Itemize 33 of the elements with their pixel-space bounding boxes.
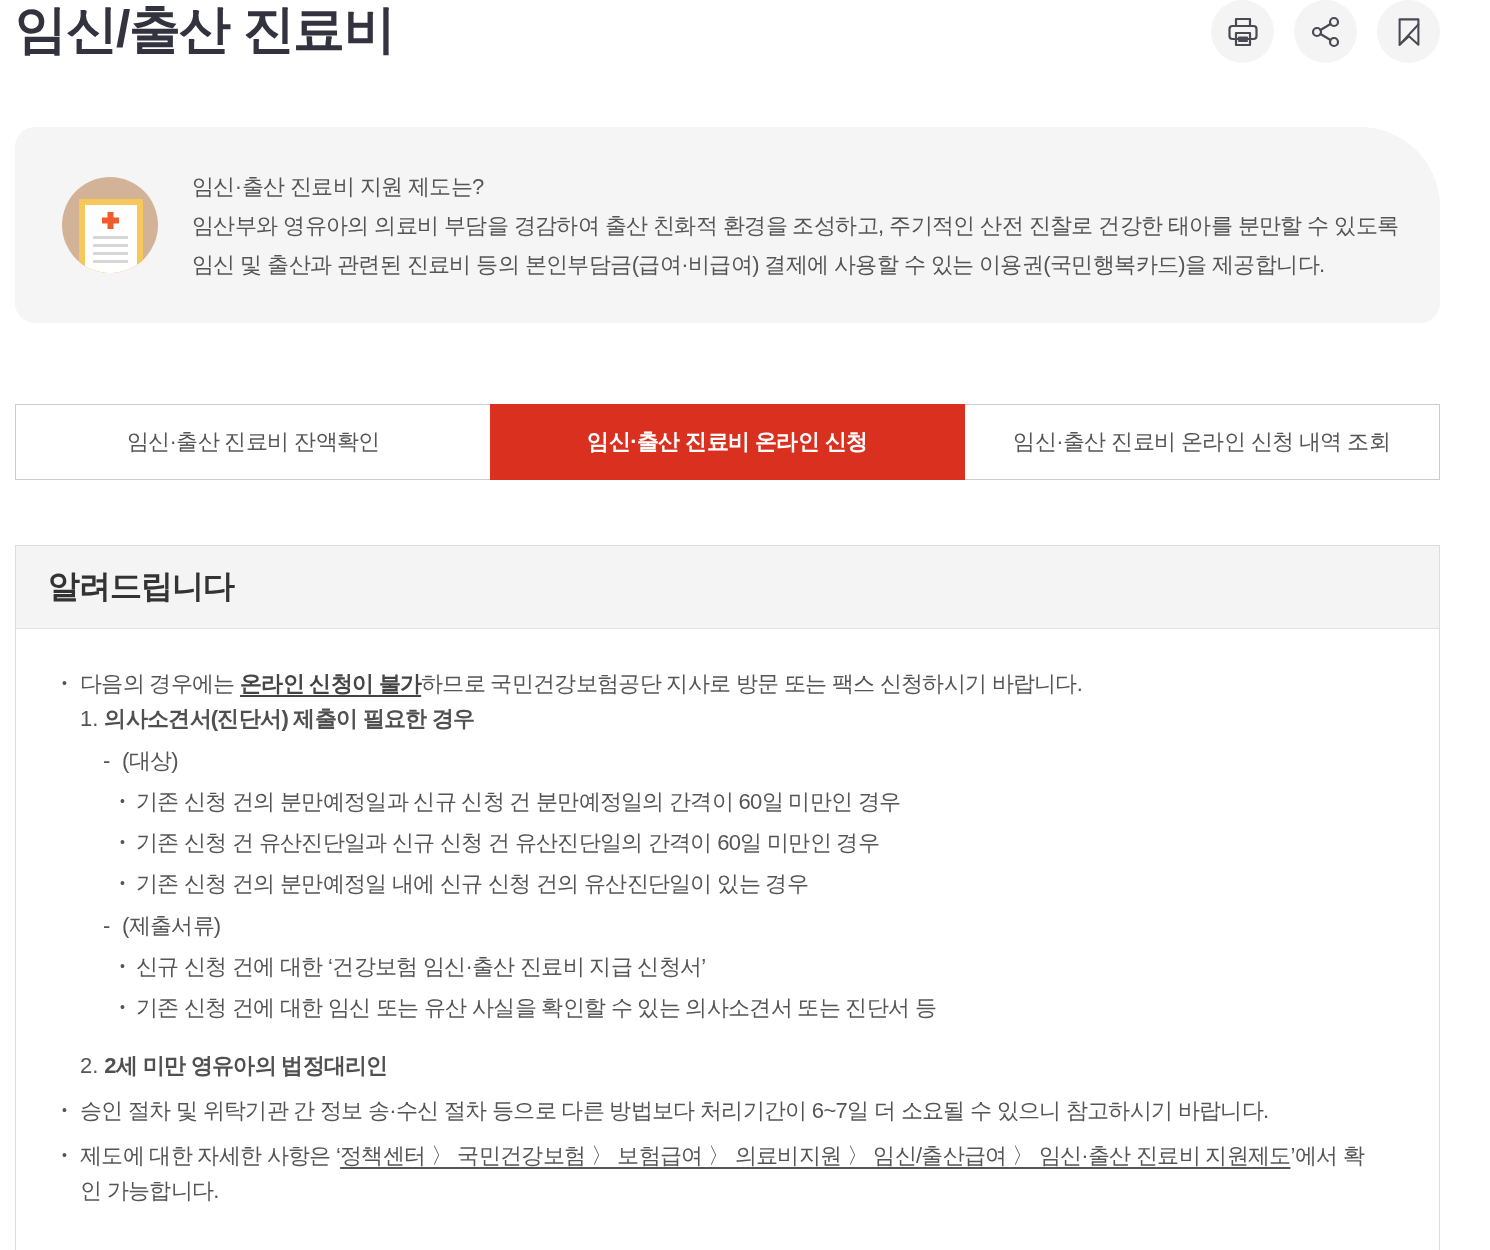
list-text: 2세 미만 영유아의 법정대리인: [104, 1052, 388, 1080]
list-marker: •: [120, 833, 126, 852]
intro-title: 임신·출산 진료비 지원 제도는?: [192, 172, 485, 201]
list-marker: •: [62, 1101, 68, 1120]
list-marker: •: [120, 792, 126, 811]
share-icon: [1309, 15, 1342, 48]
page-title: 임신/출산 진료비: [15, 0, 395, 60]
medical-document-icon: [62, 177, 158, 273]
list-marker: -: [103, 747, 112, 775]
intro-description: 임산부와 영유아의 의료비 부담을 경감하여 출산 친화적 환경을 조성하고, 주기적인 산전 진찰로 건강한 태아를 분만할 수 있도록 임신 및 출산과 관련된 진료비 등의 본인부담금(급여·비급여) 결제에 사용할 수 있는 이용권(국민행복카드)을 제공합니다.: [192, 211, 1399, 279]
list-marker: •: [62, 1146, 68, 1165]
tab[interactable]: 임신·출산 진료비 온라인 신청: [490, 404, 965, 480]
list-text: 기존 신청 건에 대한 임신 또는 유산 사실을 확인할 수 있는 의사소견서 또는 진단서 등: [136, 994, 936, 1022]
list-text: (제출서류): [122, 912, 221, 940]
list-text: 기존 신청 건의 분만예정일과 신규 신청 건 분만예정일의 간격이 60일 미만인 경우: [136, 788, 901, 816]
list-marker: -: [103, 912, 112, 940]
list-marker: •: [120, 957, 126, 976]
list-text: 다음의 경우에는 온라인 신청이 불가하므로 국민건강보험공단 지사로 방문 또는 팩스 신청하시기 바랍니다.: [80, 670, 1083, 698]
list-marker: •: [62, 674, 68, 693]
notice-title: 알려드립니다: [48, 567, 234, 606]
list-marker: •: [120, 874, 126, 893]
list-marker: 1.: [80, 705, 99, 733]
list-text: 제도에 대한 자세한 사항은 ‘정책센터 〉 국민건강보험 〉 보험급여 〉 의료비지원 〉 임신/출산급여 〉 임신·출산 진료비 지원제도’에서 확인 가능합니다.: [80, 1142, 1366, 1205]
list-text: 기존 신청 건의 분만예정일 내에 신규 신청 건의 유산진단일이 있는 경우: [136, 870, 808, 898]
list-text: 기존 신청 건 유산진단일과 신규 신청 건 유산진단일의 간격이 60일 미만인 경우: [136, 829, 879, 857]
list-text: 신규 신청 건에 대한 ‘건강보험 임신·출산 진료비 지급 신청서’: [136, 953, 706, 981]
list-text: 승인 절차 및 위탁기관 간 정보 송·수신 절차 등으로 다른 방법보다 처리기간이 6~7일 더 소요될 수 있으니 참고하시기 바랍니다.: [80, 1097, 1269, 1125]
breadcrumb-link[interactable]: 정책센터 〉 국민건강보험 〉 보험급여 〉 의료비지원 〉 임신/출산급여 〉 임신·출산 진료비 지원제도: [340, 1143, 1291, 1168]
list-marker: •: [120, 998, 126, 1017]
list-text: (대상): [122, 747, 178, 775]
printer-icon: [1226, 15, 1259, 48]
list-marker: 2.: [80, 1052, 99, 1080]
list-text: 의사소견서(진단서) 제출이 필요한 경우: [104, 705, 475, 733]
